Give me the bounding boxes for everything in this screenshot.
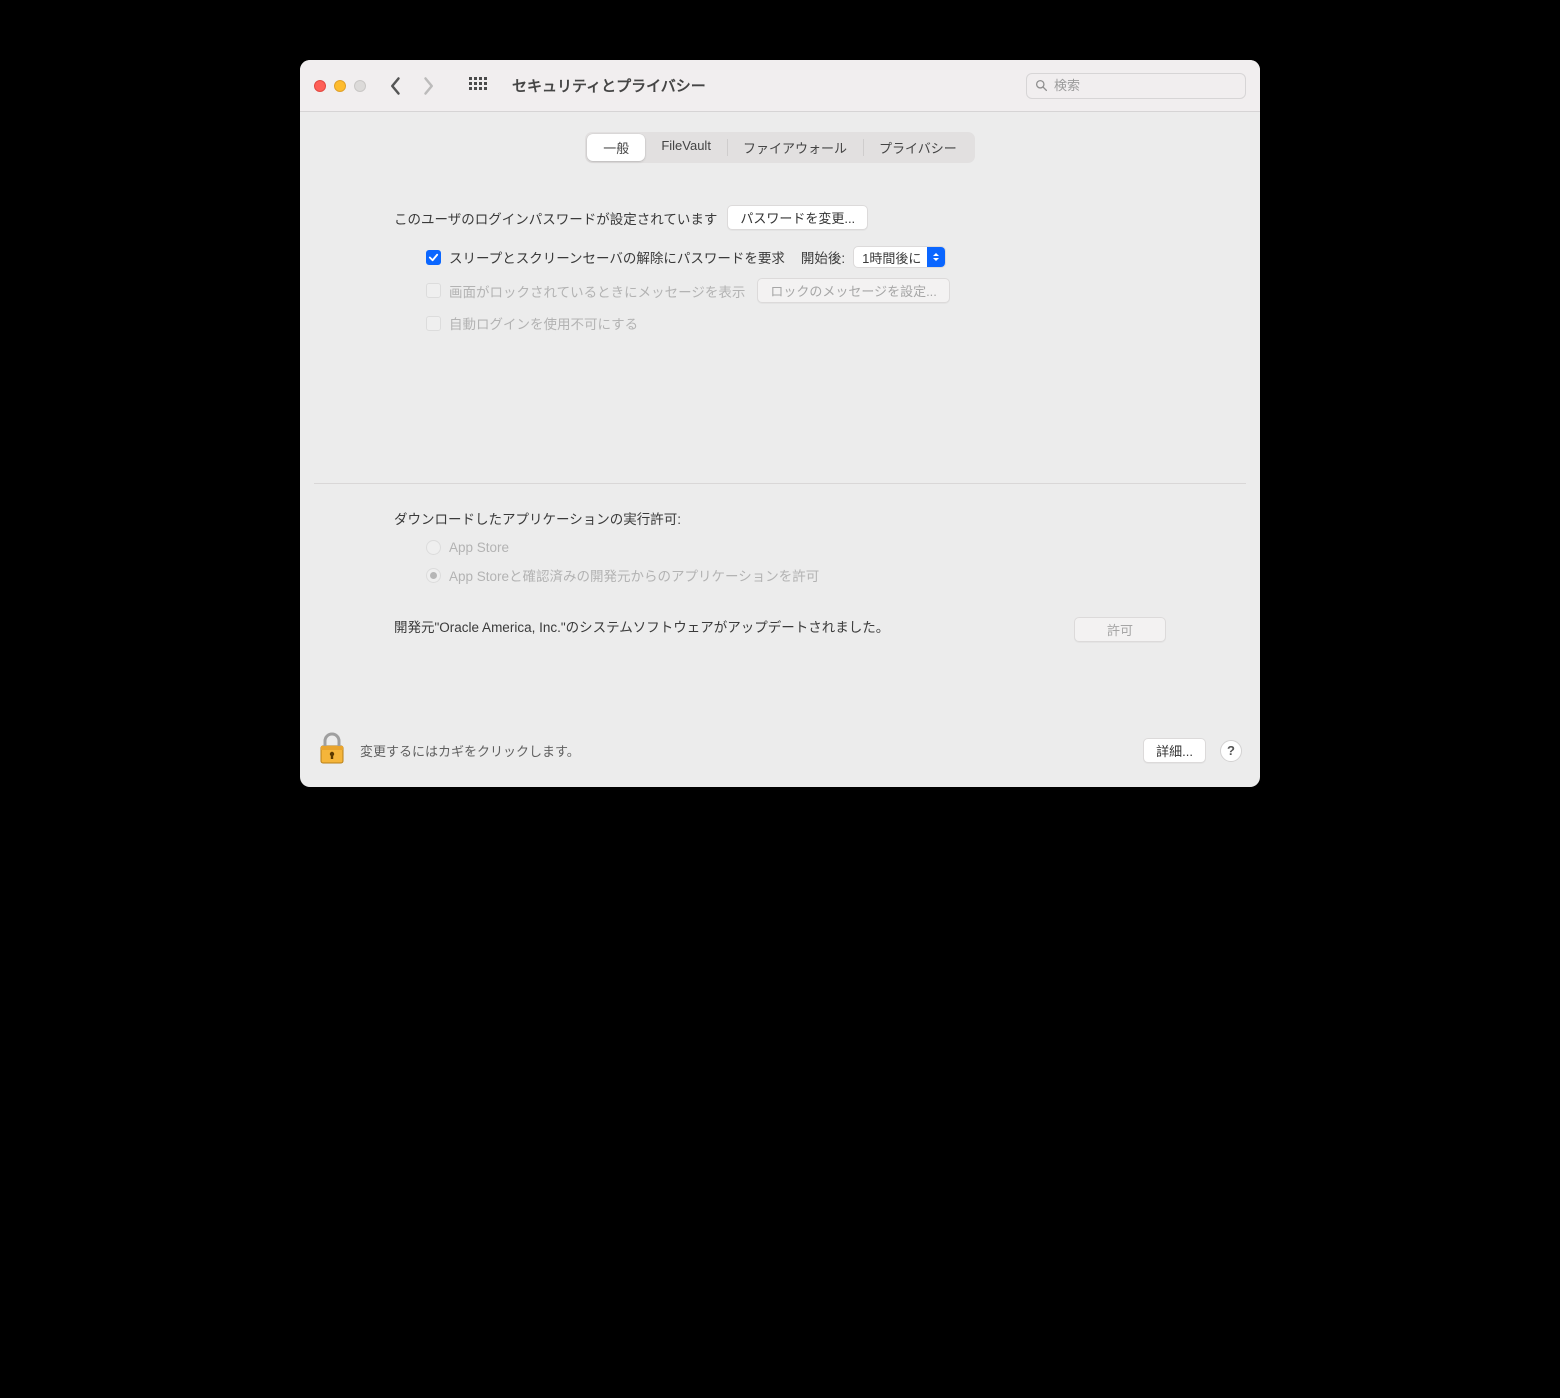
search-icon — [1035, 79, 1048, 92]
tab-bar: 一般 FileVault ファイアウォール プライバシー — [585, 132, 974, 163]
disable-autologin-label: 自動ログインを使用不可にする — [449, 313, 638, 333]
change-password-button[interactable]: パスワードを変更... — [727, 205, 868, 230]
show-all-icon[interactable] — [466, 72, 490, 100]
tab-firewall[interactable]: ファイアウォール — [727, 134, 863, 161]
radio-appstore-label: App Store — [449, 540, 509, 555]
close-window[interactable] — [314, 80, 326, 92]
radio-identified-developers — [426, 568, 441, 583]
lock-message-checkbox — [426, 283, 441, 298]
minimize-window[interactable] — [334, 80, 346, 92]
require-password-label: スリープとスクリーンセーバの解除にパスワードを要求 — [449, 247, 785, 267]
radio-identified-developers-label: App Storeと確認済みの開発元からのアプリケーションを許可 — [449, 565, 819, 585]
forward-button — [416, 72, 440, 100]
tab-general[interactable]: 一般 — [587, 134, 645, 161]
lock-hint-text: 変更するにはカギをクリックします。 — [360, 741, 580, 760]
require-password-delay-select[interactable]: 1時間後に — [853, 246, 946, 268]
divider — [314, 483, 1246, 484]
allow-button: 許可 — [1074, 617, 1166, 642]
password-set-label: このユーザのログインパスワードが設定されています — [394, 208, 717, 228]
tab-filevault[interactable]: FileVault — [645, 134, 727, 161]
advanced-button[interactable]: 詳細... — [1143, 738, 1206, 763]
back-button[interactable] — [384, 72, 408, 100]
require-password-delay-value: 1時間後に — [862, 248, 921, 267]
after-label: 開始後: — [801, 247, 845, 267]
help-button[interactable]: ? — [1220, 740, 1242, 762]
search-field[interactable] — [1026, 73, 1246, 99]
window-controls — [314, 80, 366, 92]
zoom-window — [354, 80, 366, 92]
developer-update-text: 開発元"Oracle America, Inc."のシステムソフトウェアがアップ… — [394, 617, 889, 639]
window-title: セキュリティとプライバシー — [512, 75, 706, 96]
footer: 変更するにはカギをクリックします。 詳細... ? — [300, 716, 1260, 787]
search-input[interactable] — [1054, 78, 1237, 93]
disable-autologin-checkbox — [426, 316, 441, 331]
downloads-heading: ダウンロードしたアプリケーションの実行許可: — [394, 508, 1166, 528]
set-lock-message-button: ロックのメッセージを設定... — [757, 278, 950, 303]
lock-message-label: 画面がロックされているときにメッセージを表示 — [449, 281, 745, 301]
select-stepper-icon — [927, 247, 945, 267]
lock-icon[interactable] — [318, 732, 346, 769]
preferences-window: セキュリティとプライバシー 一般 FileVault ファイアウォール プライバ… — [300, 60, 1260, 787]
titlebar: セキュリティとプライバシー — [300, 60, 1260, 112]
tab-privacy[interactable]: プライバシー — [863, 134, 973, 161]
radio-appstore — [426, 540, 441, 555]
require-password-checkbox[interactable] — [426, 250, 441, 265]
